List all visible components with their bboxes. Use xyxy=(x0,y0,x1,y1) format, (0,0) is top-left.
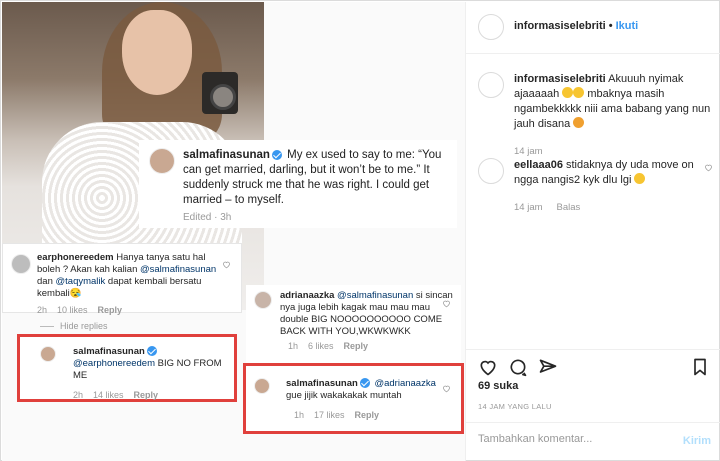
comment-username[interactable]: informasiselebriti xyxy=(514,73,606,85)
comment-username: adrianaazka xyxy=(280,290,335,301)
verified-badge-icon xyxy=(146,346,157,357)
mention-link: @salmafinasunan xyxy=(337,290,414,301)
avatar[interactable] xyxy=(478,72,504,98)
smile-emoji-icon xyxy=(634,173,646,184)
comment-username: earphonereedem xyxy=(37,252,114,263)
avatar xyxy=(40,346,56,362)
hide-replies-label: Hide replies xyxy=(40,321,108,331)
photo-face xyxy=(122,10,192,95)
likes-count[interactable]: 69 suka xyxy=(478,380,518,392)
panel-comment-1: informasiselebriti Akuuuh nyimak ajaaaaa… xyxy=(478,72,713,159)
reply-button[interactable]: Balas xyxy=(557,202,581,213)
action-bar xyxy=(466,349,720,379)
comment-meta: 2h 10 likes Reply xyxy=(37,305,123,315)
comment-username[interactable]: eellaaa06 xyxy=(514,159,563,171)
grin-emoji-icon xyxy=(562,87,574,98)
avatar xyxy=(149,148,175,174)
avatar[interactable] xyxy=(478,158,504,184)
avatar xyxy=(254,291,272,309)
quote-edited: Edited · 3h xyxy=(183,212,232,223)
quote-card: salmafinasunan My ex used to say to me: … xyxy=(139,140,457,228)
mention-link: @taqymalik xyxy=(55,276,106,287)
comment-input[interactable] xyxy=(478,433,658,445)
reply-salmafinasunan-highlighted-2: salmafinasunan @adrianaazka gue jijik wa… xyxy=(243,363,464,434)
comment-icon[interactable] xyxy=(508,357,528,377)
heart-icon xyxy=(222,260,231,269)
post-header: informasiselebriti • Ikuti xyxy=(466,2,720,54)
post-image: salmafinasunan My ex used to say to me: … xyxy=(2,2,465,461)
post-frame: salmafinasunan My ex used to say to me: … xyxy=(0,0,720,461)
avatar xyxy=(11,254,31,274)
mention-link: @salmafinasunan xyxy=(140,264,217,275)
comment-meta: 2h 14 likes Reply xyxy=(73,390,159,400)
heart-icon[interactable] xyxy=(704,162,713,172)
reply-adrianaazka: adrianaazka @salmafinasunan si sincan ny… xyxy=(246,285,461,363)
profile-avatar[interactable] xyxy=(478,14,504,40)
follow-button[interactable]: Ikuti xyxy=(616,20,639,32)
comment-username: salmafinasunan xyxy=(286,378,358,389)
comments-panel: informasiselebriti • Ikuti informasiselebr… xyxy=(465,2,720,461)
comment-meta: 1h 6 likes Reply xyxy=(288,341,369,351)
quote-username: salmafinasunan xyxy=(183,149,270,161)
comment-time: 14 jam xyxy=(514,202,543,213)
post-comment-button[interactable]: Kirim xyxy=(683,435,711,447)
mention-link: @earphonereedem xyxy=(73,358,156,369)
add-comment-bar: Kirim xyxy=(466,422,720,461)
bookmark-icon[interactable] xyxy=(690,357,710,377)
verified-badge-icon xyxy=(359,378,370,389)
mention-link: @adrianaazka xyxy=(374,378,436,389)
comment-time: 14 jam xyxy=(514,146,543,157)
comment-username: salmafinasunan xyxy=(73,346,145,357)
comment-earphonereedem: earphonereedem Hanya tanya satu hal bole… xyxy=(2,243,242,315)
tongue-emoji-icon xyxy=(573,117,585,128)
photo-camera xyxy=(202,72,238,114)
comment-meta: 1h 17 likes Reply xyxy=(294,410,380,420)
grin-emoji-icon xyxy=(573,87,585,98)
reply-salmafinasunan-highlighted: salmafinasunan @earphonereedem BIG NO FR… xyxy=(17,334,237,402)
heart-icon xyxy=(442,384,451,393)
header-username[interactable]: informasiselebriti xyxy=(514,20,606,32)
heart-icon xyxy=(442,299,451,308)
verified-badge-icon xyxy=(271,149,282,160)
avatar xyxy=(254,378,270,394)
panel-comment-2: eellaaa06 stidaknya dy uda move on ngga … xyxy=(478,158,713,215)
post-date: 14 JAM YANG LALU xyxy=(478,402,552,411)
heart-icon[interactable] xyxy=(478,357,498,377)
share-icon[interactable] xyxy=(538,357,558,377)
